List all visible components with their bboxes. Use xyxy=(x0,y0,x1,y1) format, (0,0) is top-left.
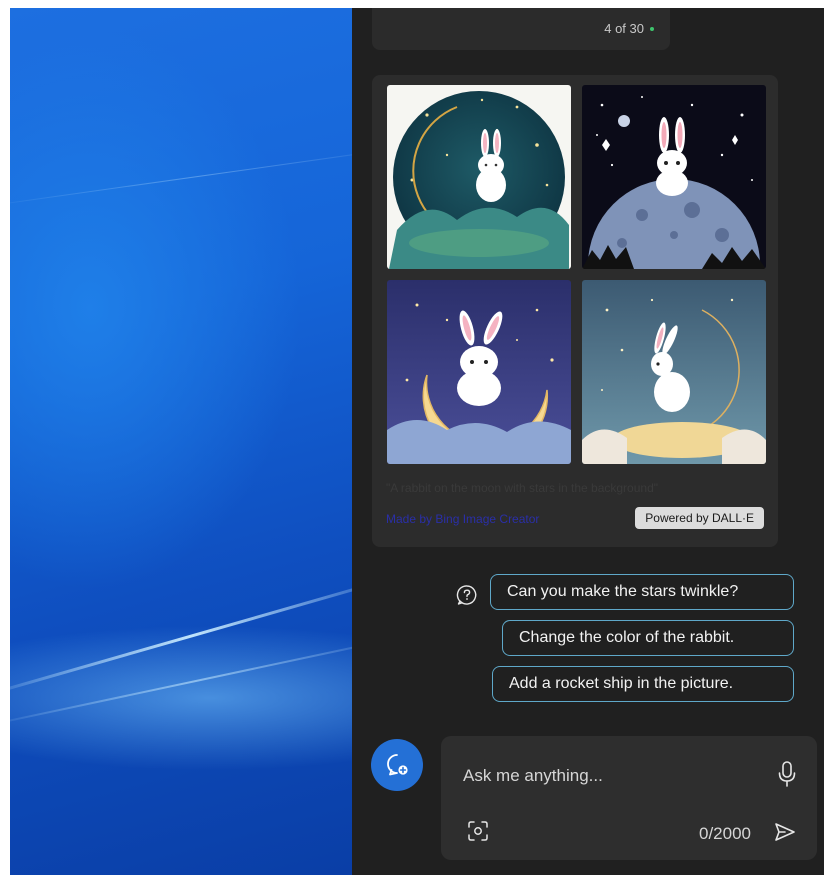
response-pager: 4 of 30 xyxy=(372,8,670,50)
generated-image-3[interactable] xyxy=(387,280,571,464)
powered-by-badge: Powered by DALL·E xyxy=(635,507,764,529)
wallpaper-light-streak xyxy=(10,143,352,209)
visual-search-icon[interactable] xyxy=(467,820,489,842)
question-bubble-icon xyxy=(456,585,477,605)
status-dot xyxy=(650,27,654,31)
character-counter: 0/2000 xyxy=(699,824,751,843)
chat-composer: 0/2000 xyxy=(441,736,817,860)
new-topic-button[interactable] xyxy=(371,739,423,791)
rabbit-moon-image xyxy=(582,280,766,464)
image-result-card: "A rabbit on the moon with stars in the … xyxy=(372,75,778,547)
generated-image-1[interactable] xyxy=(387,85,571,269)
pager-count: 4 of 30 xyxy=(604,21,644,36)
desktop-wallpaper xyxy=(10,8,352,875)
suggestion-chip[interactable]: Can you make the stars twinkle? xyxy=(490,574,794,610)
image-prompt-caption: "A rabbit on the moon with stars in the … xyxy=(386,481,659,495)
chat-input[interactable] xyxy=(463,764,763,788)
suggestion-chip[interactable]: Add a rocket ship in the picture. xyxy=(492,666,794,702)
image-grid xyxy=(387,85,767,469)
suggestion-chip[interactable]: Change the color of the rabbit. xyxy=(502,620,794,656)
wallpaper-light-streak xyxy=(10,571,352,701)
rabbit-moon-image xyxy=(582,85,766,269)
new-topic-icon xyxy=(387,754,408,776)
made-by-bing-link[interactable]: Made by Bing Image Creator xyxy=(386,512,539,526)
wallpaper-light-streak xyxy=(10,632,352,730)
send-icon[interactable] xyxy=(773,820,797,844)
copilot-panel: 4 of 30 "A rabbit on the moon with stars… xyxy=(352,8,824,875)
generated-image-4[interactable] xyxy=(582,280,766,464)
rabbit-moon-image xyxy=(387,280,571,464)
microphone-icon[interactable] xyxy=(777,760,797,788)
rabbit-moon-image xyxy=(387,85,571,269)
generated-image-2[interactable] xyxy=(582,85,766,269)
